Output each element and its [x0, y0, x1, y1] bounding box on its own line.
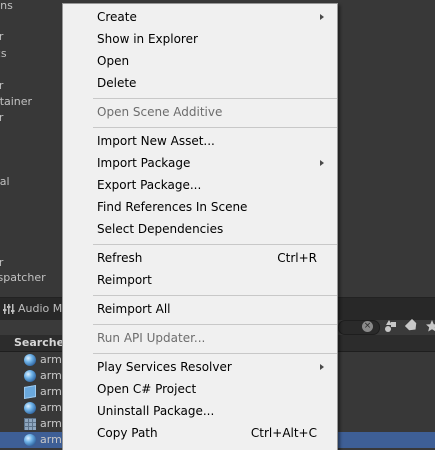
favorite-star-icon[interactable]	[425, 319, 435, 333]
hierarchy-item-label: tions	[0, 0, 13, 12]
submenu-arrow-icon	[320, 364, 324, 370]
sphere-icon	[24, 402, 36, 414]
hierarchy-item-label: ller	[0, 30, 4, 43]
menu-item-label: Open C# Project	[97, 382, 197, 396]
grid-icon	[24, 418, 36, 430]
menu-item-refresh[interactable]: Refresh Ctrl+R	[64, 247, 336, 269]
menu-item-uninstall-package[interactable]: Uninstall Package...	[64, 400, 336, 422]
menu-separator	[93, 353, 337, 354]
menu-item-select-dependencies[interactable]: Select Dependencies	[64, 218, 336, 240]
menu-item-label: Play Services Resolver	[97, 360, 232, 374]
asset-name: arm	[40, 401, 62, 414]
tab-audio-mixer[interactable]: Audio M	[0, 298, 62, 320]
cube-icon	[24, 384, 36, 400]
menu-separator	[93, 295, 337, 296]
menu-item-label: Copy Path	[97, 426, 158, 440]
hierarchy-item-label: ontainer	[0, 95, 33, 108]
menu-item-import-new-asset[interactable]: Import New Asset...	[64, 130, 336, 152]
menu-item-create[interactable]: Create	[64, 6, 336, 28]
asset-name: arm	[40, 353, 62, 366]
filter-by-type-icon[interactable]	[384, 319, 398, 333]
hierarchy-item[interactable]: ontainer	[0, 95, 62, 109]
menu-item-open-scene-additive: Open Scene Additive	[64, 101, 336, 123]
filter-by-label-icon[interactable]	[405, 319, 419, 333]
menu-item-export-package[interactable]: Export Package...	[64, 174, 336, 196]
menu-separator	[93, 244, 337, 245]
menu-item-copy-path[interactable]: Copy Path Ctrl+Alt+C	[64, 422, 336, 444]
menu-item-label: Import Package	[97, 156, 191, 170]
menu-item-run-api-updater: Run API Updater...	[64, 327, 336, 349]
hierarchy-item-label: ller	[0, 256, 4, 269]
menu-item-find-references[interactable]: Find References In Scene	[64, 196, 336, 218]
menu-item-label: Select Dependencies	[97, 222, 224, 236]
asset-name: arm	[40, 369, 62, 382]
menu-item-label: Delete	[97, 76, 137, 90]
menu-item-reimport[interactable]: Reimport	[64, 269, 336, 291]
search-results-title: Searche	[14, 336, 62, 349]
menu-item-import-package[interactable]: Import Package	[64, 152, 336, 174]
sphere-icon	[24, 370, 36, 382]
menu-item-label: Refresh	[97, 251, 143, 265]
hierarchy-item[interactable]: ller	[0, 256, 62, 270]
menu-shortcut: Ctrl+Alt+C	[250, 426, 317, 440]
menu-item-open[interactable]: Open	[64, 50, 336, 72]
menu-item-reimport-all[interactable]: Reimport All	[64, 298, 336, 320]
context-menu: Create Show in Explorer Open Delete Open…	[62, 3, 338, 450]
hierarchy-item-label: Dispatcher	[0, 271, 46, 284]
menu-item-open-csharp-project[interactable]: Open C# Project	[64, 378, 336, 400]
menu-item-label: Show in Explorer	[97, 32, 198, 46]
hierarchy-item[interactable]: ller	[0, 30, 62, 44]
sphere-icon	[24, 354, 36, 366]
menu-item-label: Export Package...	[97, 178, 202, 192]
menu-item-label: Reimport All	[97, 302, 171, 316]
menu-shortcut: Ctrl+R	[277, 251, 317, 265]
menu-item-delete[interactable]: Delete	[64, 72, 336, 94]
menu-separator	[93, 324, 337, 325]
menu-item-play-services-resolver[interactable]: Play Services Resolver	[64, 356, 336, 378]
menu-item-label: Open	[97, 54, 130, 68]
tab-label: Audio M	[18, 302, 62, 315]
menu-item-show-in-explorer[interactable]: Show in Explorer	[64, 28, 336, 50]
asset-name: arm	[40, 417, 62, 430]
sphere-icon	[24, 434, 36, 446]
submenu-arrow-icon	[320, 160, 324, 166]
hierarchy-item[interactable]: onal	[0, 175, 62, 189]
menu-item-label: Reimport	[97, 273, 152, 287]
menu-item-label: Find References In Scene	[97, 200, 248, 214]
hierarchy-item[interactable]: Dispatcher	[0, 271, 62, 285]
hierarchy-item[interactable]: sics	[0, 47, 62, 61]
hierarchy-item-label: ller	[0, 111, 4, 124]
asset-name: arm	[40, 433, 62, 446]
hierarchy-item-label: onal	[0, 175, 10, 188]
hierarchy-item[interactable]: ller	[0, 79, 62, 93]
hierarchy-item[interactable]: ller	[0, 111, 62, 125]
menu-item-label: Uninstall Package...	[97, 404, 215, 418]
audio-mixer-icon	[3, 304, 15, 314]
search-input[interactable]	[338, 320, 380, 335]
asset-name: arm	[40, 385, 62, 398]
menu-separator	[93, 98, 337, 99]
hierarchy-item[interactable]: al	[0, 63, 62, 77]
clear-search-icon[interactable]: ×	[362, 321, 373, 332]
menu-item-label: Run API Updater...	[97, 331, 206, 345]
hierarchy-item[interactable]: tions	[0, 0, 62, 13]
hierarchy-item-label: sics	[0, 47, 7, 60]
menu-separator	[93, 127, 337, 128]
submenu-arrow-icon	[320, 14, 324, 20]
menu-item-label: Import New Asset...	[97, 134, 215, 148]
hierarchy-item-label: ller	[0, 79, 4, 92]
menu-item-label: Open Scene Additive	[97, 105, 223, 119]
menu-item-label: Create	[97, 10, 137, 24]
